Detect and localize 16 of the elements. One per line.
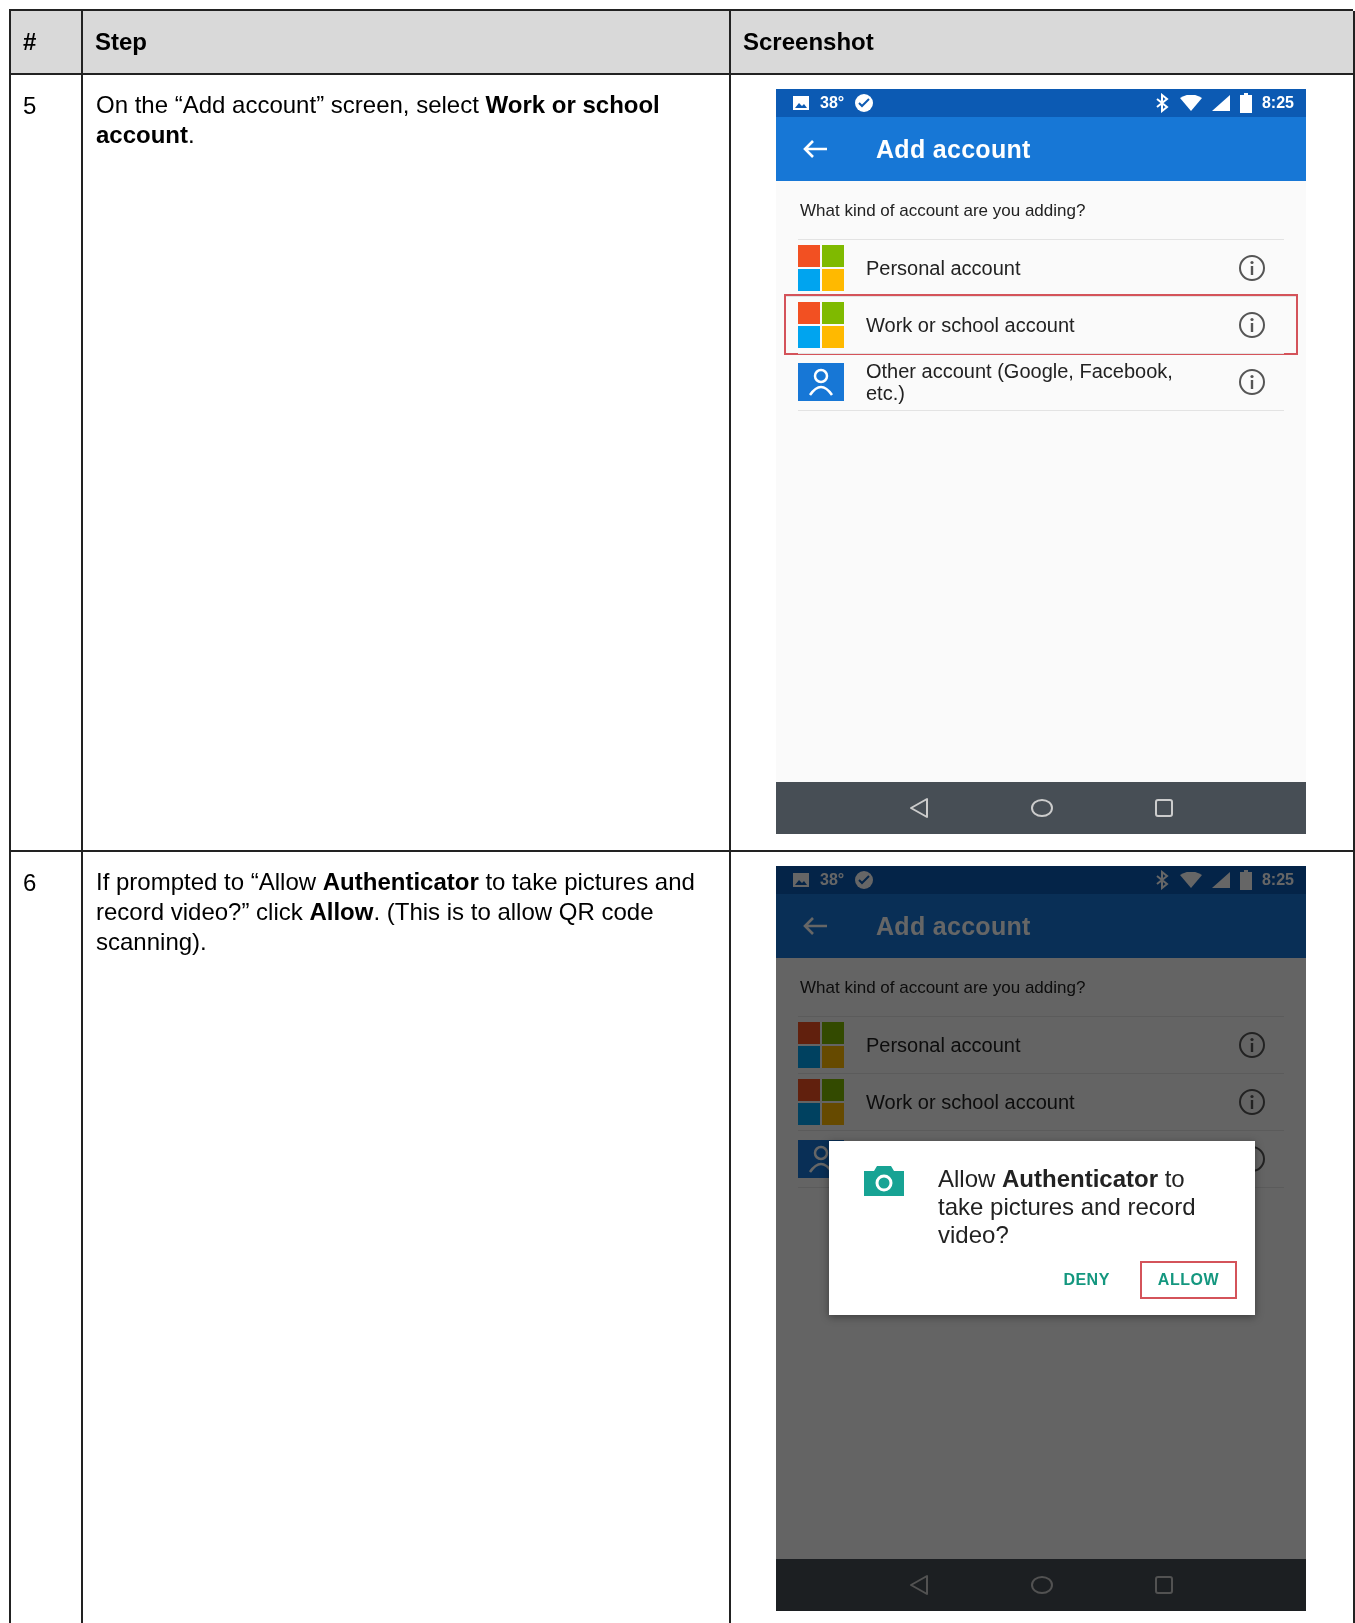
step-text: If prompted to “Allow Authenticator to take pictures and record video?” click Allow. (This is to allow QR code scanning). — [96, 867, 696, 957]
column-header: # — [11, 11, 83, 75]
prompt-text: What kind of account are you adding? — [799, 200, 1087, 222]
prompt-text: What kind of account are you adding? — [799, 977, 1087, 999]
screen-title: Add account — [876, 911, 1031, 941]
column-header: Screenshot — [731, 11, 1355, 75]
step-text: On the “Add account” screen, select Work or school account. — [96, 90, 661, 150]
clock-text: 8:25 — [1261, 94, 1294, 112]
step-number: 5 — [23, 92, 37, 119]
step-number: 6 — [23, 869, 37, 896]
dialog-message: Allow Authenticator to take pictures and record video? — [938, 1165, 1196, 1249]
column-header: Step — [83, 11, 731, 75]
screen-title: Add account — [876, 134, 1031, 164]
temperature-text: 38° — [820, 871, 845, 889]
temperature-text: 38° — [820, 94, 845, 112]
clock-text: 8:25 — [1261, 871, 1294, 889]
